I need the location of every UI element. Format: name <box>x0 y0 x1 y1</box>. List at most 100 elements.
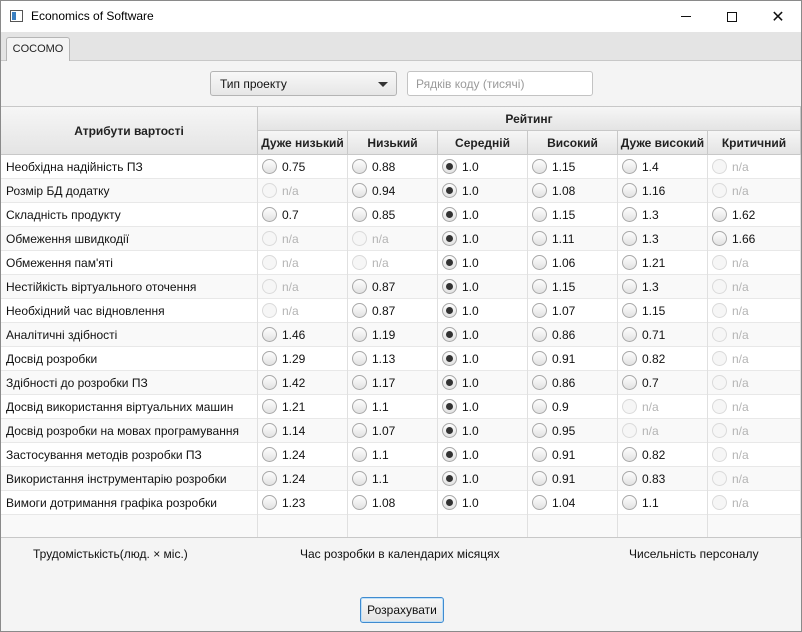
radio-button[interactable] <box>352 423 367 438</box>
rating-value: 0.87 <box>372 280 396 294</box>
radio-selected[interactable] <box>442 159 457 174</box>
rating-cell: n/a <box>708 395 801 419</box>
radio-button[interactable] <box>622 471 637 486</box>
radio-button[interactable] <box>532 231 547 246</box>
maximize-button[interactable] <box>709 1 755 32</box>
radio-button[interactable] <box>622 495 637 510</box>
radio-selected[interactable] <box>442 303 457 318</box>
radio-button[interactable] <box>622 279 637 294</box>
rating-cell: 1.0 <box>438 251 528 275</box>
radio-button[interactable] <box>352 399 367 414</box>
radio-button[interactable] <box>532 375 547 390</box>
radio-button[interactable] <box>262 471 277 486</box>
radio-button[interactable] <box>262 207 277 222</box>
rating-value: n/a <box>732 280 749 294</box>
radio-button[interactable] <box>532 303 547 318</box>
radio-button[interactable] <box>352 207 367 222</box>
radio-button[interactable] <box>532 495 547 510</box>
minimize-icon <box>681 16 691 17</box>
radio-selected[interactable] <box>442 351 457 366</box>
radio-button[interactable] <box>712 207 727 222</box>
radio-button[interactable] <box>532 399 547 414</box>
close-button[interactable]: ✕ <box>755 1 801 32</box>
rating-cell: 1.46 <box>258 323 348 347</box>
radio-button[interactable] <box>532 447 547 462</box>
radio-selected[interactable] <box>442 375 457 390</box>
rating-cell: n/a <box>258 275 348 299</box>
radio-button[interactable] <box>622 351 637 366</box>
rating-value: n/a <box>732 496 749 510</box>
radio-button[interactable] <box>352 375 367 390</box>
radio-button[interactable] <box>262 351 277 366</box>
radio-button <box>712 423 727 438</box>
radio-button[interactable] <box>262 495 277 510</box>
rating-cell: n/a <box>708 323 801 347</box>
radio-button[interactable] <box>352 351 367 366</box>
radio-selected[interactable] <box>442 327 457 342</box>
radio-button[interactable] <box>352 159 367 174</box>
radio-button[interactable] <box>532 255 547 270</box>
radio-selected[interactable] <box>442 183 457 198</box>
radio-button[interactable] <box>622 159 637 174</box>
radio-selected[interactable] <box>442 231 457 246</box>
radio-button[interactable] <box>622 447 637 462</box>
radio-button[interactable] <box>352 303 367 318</box>
radio-button[interactable] <box>532 207 547 222</box>
radio-button[interactable] <box>622 207 637 222</box>
radio-button[interactable] <box>532 327 547 342</box>
radio-button[interactable] <box>262 423 277 438</box>
rating-value: 1.0 <box>462 496 479 510</box>
rating-cell: 1.0 <box>438 179 528 203</box>
rating-cell: 0.85 <box>348 203 438 227</box>
rating-cell: 1.08 <box>528 179 618 203</box>
radio-button <box>262 279 277 294</box>
project-type-select[interactable]: Тип проекту <box>210 71 397 96</box>
radio-button[interactable] <box>262 447 277 462</box>
radio-button[interactable] <box>262 159 277 174</box>
radio-selected[interactable] <box>442 279 457 294</box>
radio-selected[interactable] <box>442 423 457 438</box>
radio-selected[interactable] <box>442 495 457 510</box>
tab-cocomo[interactable]: COCOMO <box>6 37 70 61</box>
radio-button[interactable] <box>532 351 547 366</box>
table-row: Досвід використання віртуальних машин 1.2… <box>1 395 801 419</box>
radio-button[interactable] <box>622 231 637 246</box>
rating-value: n/a <box>282 184 299 198</box>
radio-button[interactable] <box>262 375 277 390</box>
attribute-cell: Розмір БД додатку <box>1 179 258 203</box>
table-row: Досвід розробки на мовах програмування 1.… <box>1 419 801 443</box>
radio-button[interactable] <box>262 327 277 342</box>
radio-button[interactable] <box>712 231 727 246</box>
rating-value: 0.75 <box>282 160 306 174</box>
radio-button[interactable] <box>532 423 547 438</box>
radio-selected[interactable] <box>442 447 457 462</box>
calculate-button[interactable]: Розрахувати <box>360 597 444 623</box>
radio-button[interactable] <box>352 471 367 486</box>
minimize-button[interactable] <box>663 1 709 32</box>
rating-cell: n/a <box>708 467 801 491</box>
radio-button[interactable] <box>532 183 547 198</box>
radio-selected[interactable] <box>442 399 457 414</box>
radio-button[interactable] <box>352 495 367 510</box>
loc-input[interactable] <box>407 71 593 96</box>
radio-button[interactable] <box>622 375 637 390</box>
radio-button[interactable] <box>352 279 367 294</box>
rating-value: 0.7 <box>282 208 299 222</box>
radio-button[interactable] <box>352 327 367 342</box>
radio-button[interactable] <box>352 447 367 462</box>
radio-button[interactable] <box>532 279 547 294</box>
radio-button[interactable] <box>622 327 637 342</box>
radio-button[interactable] <box>352 183 367 198</box>
attribute-cell: Обмеження швидкодії <box>1 227 258 251</box>
radio-button[interactable] <box>622 255 637 270</box>
radio-button[interactable] <box>622 183 637 198</box>
radio-button[interactable] <box>262 399 277 414</box>
radio-selected[interactable] <box>442 207 457 222</box>
radio-button[interactable] <box>532 471 547 486</box>
radio-button[interactable] <box>622 303 637 318</box>
radio-selected[interactable] <box>442 471 457 486</box>
radio-selected[interactable] <box>442 255 457 270</box>
radio-button[interactable] <box>532 159 547 174</box>
rating-value: 1.0 <box>462 304 479 318</box>
rating-cell: n/a <box>708 371 801 395</box>
